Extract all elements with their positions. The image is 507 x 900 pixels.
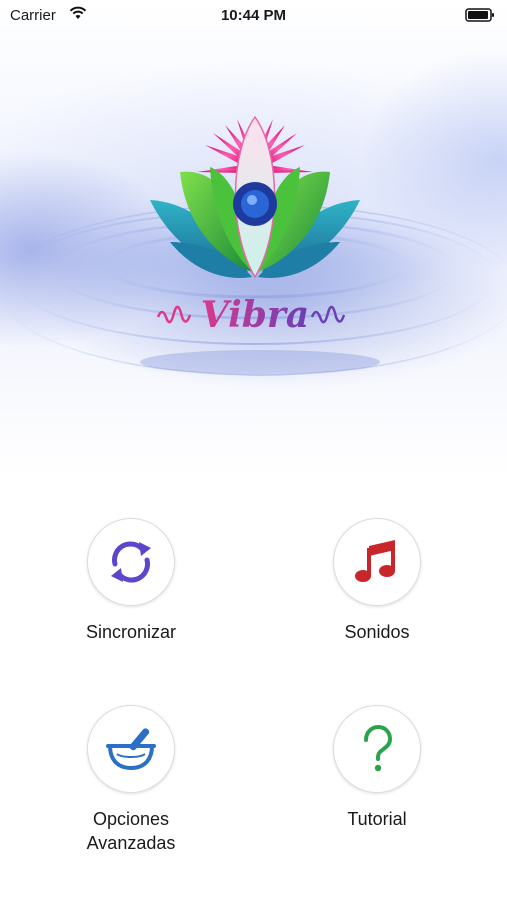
status-time: 10:44 PM — [220, 7, 287, 24]
sincronizar-label: Sincronizar — [85, 622, 177, 642]
sync-icon — [111, 541, 151, 583]
tutorial-button[interactable] — [333, 705, 421, 793]
music-note-icon — [355, 540, 395, 582]
menu-item-tutorial[interactable]: Tutorial — [277, 705, 477, 831]
tutorial-label: Tutorial — [347, 809, 407, 829]
status-bar: Carrier 10:44 PM — [0, 0, 507, 32]
vibra-lotus-logo: Vibra — [150, 115, 360, 336]
menu-item-opciones-avanzadas[interactable]: Opciones Avanzadas — [31, 705, 231, 855]
sonidos-label: Sonidos — [344, 622, 410, 642]
opciones-avanzadas-button[interactable] — [87, 705, 175, 793]
sonidos-button[interactable] — [333, 518, 421, 606]
menu-item-sincronizar[interactable]: Sincronizar — [31, 518, 231, 644]
vibra-wordmark: Vibra — [201, 294, 309, 336]
opciones-avanzadas-label: Opciones Avanzadas — [86, 809, 176, 853]
mortar-pestle-icon — [106, 728, 156, 770]
battery-icon — [465, 8, 494, 22]
menu-item-sonidos[interactable]: Sonidos — [277, 518, 477, 644]
sincronizar-button[interactable] — [87, 518, 175, 606]
question-mark-icon — [364, 724, 393, 772]
